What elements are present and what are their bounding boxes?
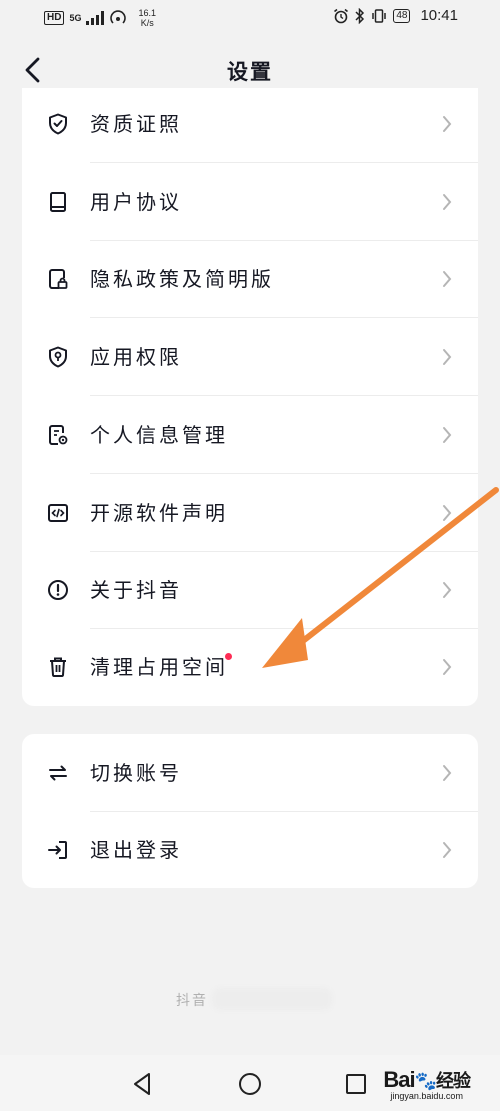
- settings-item-label: 用户协议: [90, 190, 182, 214]
- trash-icon: [50, 657, 66, 677]
- settings-item-label: 退出登录: [90, 838, 182, 862]
- settings-item-privacy-policy[interactable]: 隐私政策及简明版: [22, 240, 478, 318]
- chevron-right-icon: [443, 659, 452, 675]
- clock: 10:41: [420, 7, 458, 24]
- settings-item-label: 资质证照: [90, 112, 182, 136]
- settings-list-card: 资质证照 用户协议 隐私政策及简明版 应用权限 个人信息管理 开源软件声明 关于…: [22, 88, 478, 706]
- settings-item-clear-storage[interactable]: 清理占用空间: [22, 628, 478, 706]
- footer-brand: 抖音: [176, 993, 208, 1009]
- chevron-right-icon: [443, 116, 452, 132]
- settings-item-label: 开源软件声明: [90, 501, 228, 525]
- settings-item-user-agreement[interactable]: 用户协议: [22, 163, 478, 241]
- system-nav-bar: Bai🐾经验 jingyan.baidu.com: [0, 1055, 500, 1111]
- net-speed: 16.1 K/s: [138, 8, 156, 28]
- nav-recents-icon[interactable]: [343, 1071, 369, 1097]
- chevron-right-icon: [443, 427, 452, 443]
- status-bar: HD 5G 16.1 K/s 48 10:41: [0, 0, 500, 38]
- bluetooth-icon: [355, 7, 365, 24]
- hd-indicator: HD: [44, 11, 65, 25]
- settings-item-qualification[interactable]: 资质证照: [22, 88, 478, 163]
- network-type: 5G: [69, 13, 82, 23]
- blurred-version-text: [212, 988, 332, 1010]
- switch-icon: [49, 765, 67, 781]
- alarm-icon: [334, 8, 349, 23]
- hotspot-icon: [110, 10, 127, 24]
- settings-item-label: 隐私政策及简明版: [90, 267, 274, 291]
- settings-item-app-permissions[interactable]: 应用权限: [22, 318, 478, 396]
- chevron-right-icon: [443, 505, 452, 521]
- nav-back-icon[interactable]: [130, 1071, 156, 1097]
- settings-item-about[interactable]: 关于抖音: [22, 551, 478, 629]
- settings-item-label: 关于抖音: [90, 578, 182, 602]
- chevron-right-icon: [443, 765, 452, 781]
- chevron-right-icon: [443, 271, 452, 287]
- chevron-right-icon: [443, 194, 452, 210]
- privacy-doc-icon: [49, 269, 68, 289]
- settings-item-personal-info[interactable]: 个人信息管理: [22, 396, 478, 474]
- signal-icon: [86, 11, 105, 25]
- settings-item-open-source[interactable]: 开源软件声明: [22, 474, 478, 552]
- book-icon: [50, 192, 66, 212]
- paw-icon: 🐾: [414, 1071, 437, 1091]
- vibrate-icon: [372, 8, 387, 23]
- switch-account-item[interactable]: 切换账号: [22, 734, 478, 812]
- red-dot-badge: [225, 653, 232, 660]
- nav-home-icon[interactable]: [237, 1071, 263, 1097]
- info-icon: [48, 580, 68, 600]
- settings-item-label: 切换账号: [90, 761, 182, 785]
- battery-indicator: 48: [393, 8, 411, 23]
- code-icon: [48, 504, 68, 522]
- chevron-right-icon: [443, 842, 452, 858]
- settings-item-label: 应用权限: [90, 345, 182, 369]
- chevron-right-icon: [443, 349, 452, 365]
- logout-item[interactable]: 退出登录: [22, 811, 478, 888]
- permission-shield-icon: [49, 346, 67, 368]
- settings-item-label: 个人信息管理: [90, 423, 228, 447]
- logout-icon: [48, 841, 67, 859]
- chevron-right-icon: [443, 582, 452, 598]
- page-title: 设置: [227, 60, 273, 84]
- shield-check-icon: [49, 113, 67, 135]
- account-card: 切换账号 退出登录: [22, 734, 478, 888]
- personal-info-icon: [49, 425, 68, 445]
- baidu-watermark: Bai🐾经验 jingyan.baidu.com: [383, 1067, 471, 1101]
- settings-item-label: 清理占用空间: [90, 652, 235, 682]
